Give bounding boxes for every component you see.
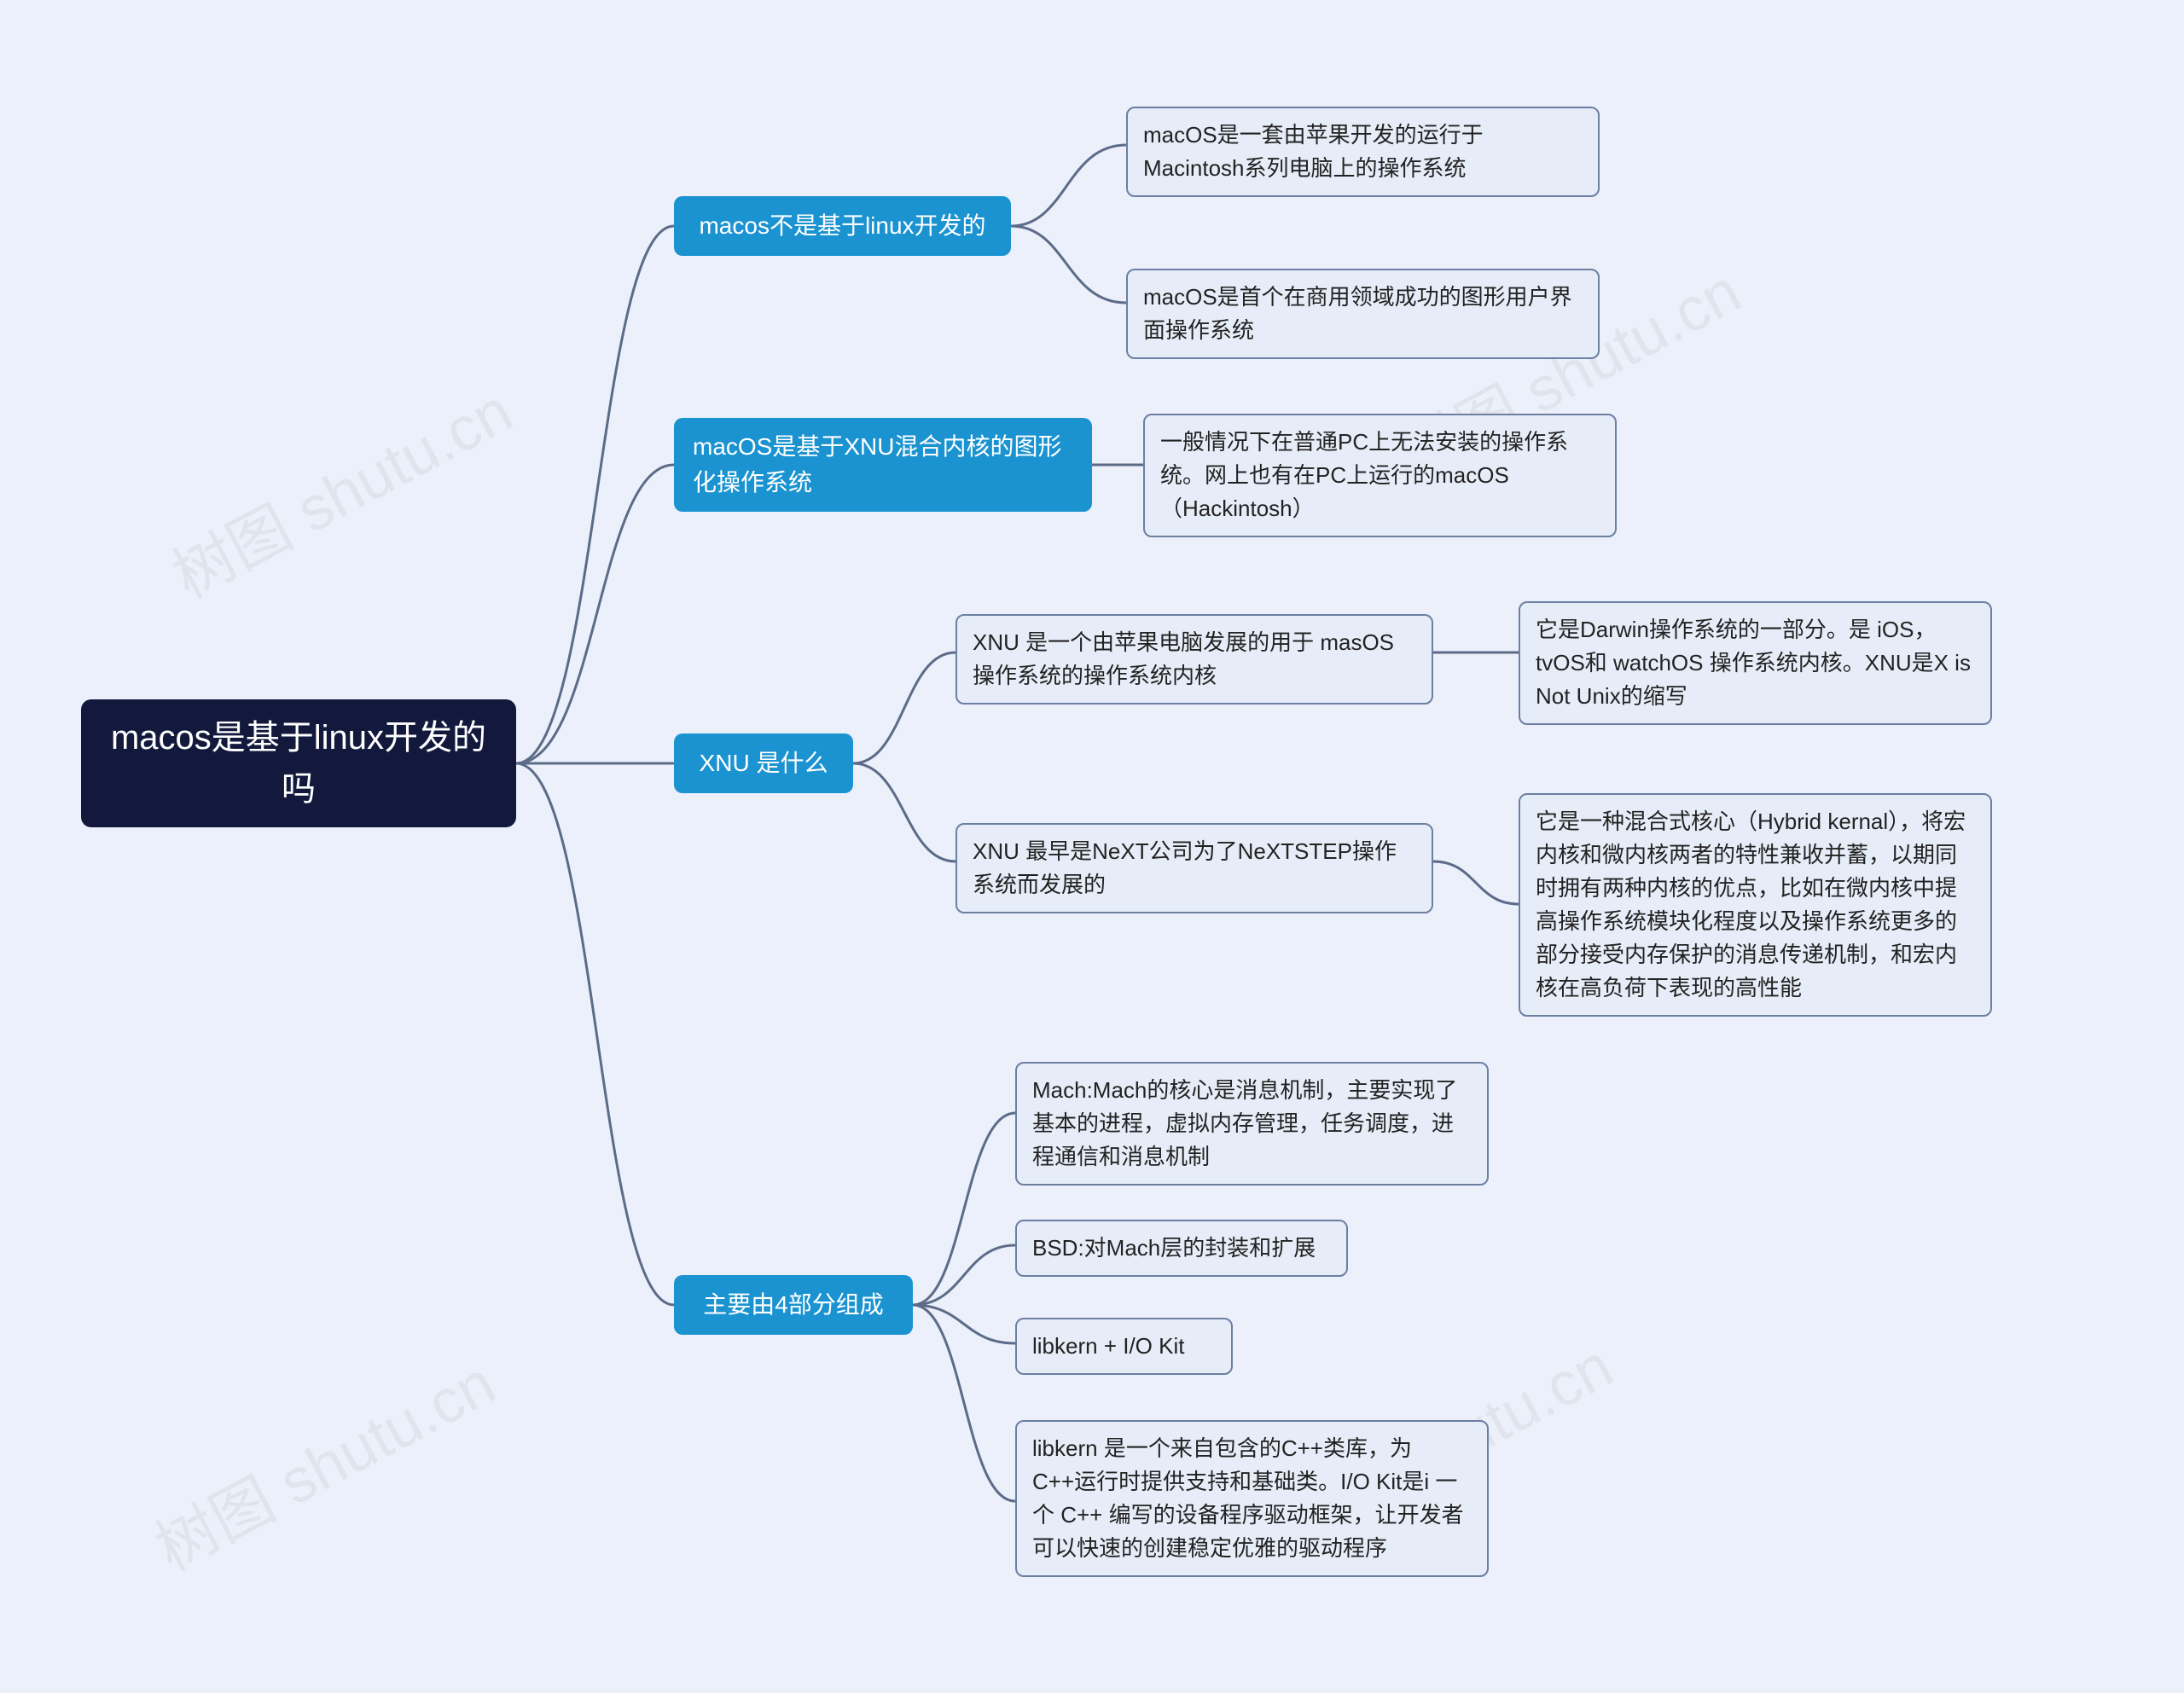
leaf-node[interactable]: macOS是一套由苹果开发的运行于Macintosh系列电脑上的操作系统	[1126, 107, 1600, 197]
root-node[interactable]: macos是基于linux开发的吗	[81, 699, 516, 827]
leaf-node[interactable]: 它是一种混合式核心（Hybrid kernal），将宏内核和微内核两者的特性兼收…	[1519, 793, 1992, 1017]
leaf-node[interactable]: 一般情况下在普通PC上无法安装的操作系统。网上也有在PC上运行的macOS（Ha…	[1143, 414, 1617, 537]
leaf-node[interactable]: libkern + I/O Kit	[1015, 1318, 1233, 1375]
leaf-node[interactable]: Mach:Mach的核心是消息机制，主要实现了基本的进程，虚拟内存管理，任务调度…	[1015, 1062, 1489, 1186]
leaf-node[interactable]: BSD:对Mach层的封装和扩展	[1015, 1220, 1348, 1277]
leaf-node[interactable]: 它是Darwin操作系统的一部分。是 iOS，tvOS和 watchOS 操作系…	[1519, 601, 1992, 725]
leaf-node[interactable]: libkern 是一个来自包含的C++类库，为C++运行时提供支持和基础类。I/…	[1015, 1420, 1489, 1577]
leaf-node[interactable]: XNU 是一个由苹果电脑发展的用于 masOS 操作系统的操作系统内核	[956, 614, 1433, 704]
branch-node-what-is-xnu[interactable]: XNU 是什么	[674, 733, 853, 793]
branch-node-four-parts[interactable]: 主要由4部分组成	[674, 1275, 913, 1335]
watermark: 树图 shutu.cn	[137, 1334, 508, 1587]
branch-node-macos-xnu-gui[interactable]: macOS是基于XNU混合内核的图形化操作系统	[674, 418, 1092, 512]
watermark: 树图 shutu.cn	[154, 362, 525, 615]
branch-node-macos-not-linux[interactable]: macos不是基于linux开发的	[674, 196, 1011, 256]
leaf-node[interactable]: XNU 最早是NeXT公司为了NeXTSTEP操作系统而发展的	[956, 823, 1433, 913]
leaf-node[interactable]: macOS是首个在商用领域成功的图形用户界面操作系统	[1126, 269, 1600, 359]
